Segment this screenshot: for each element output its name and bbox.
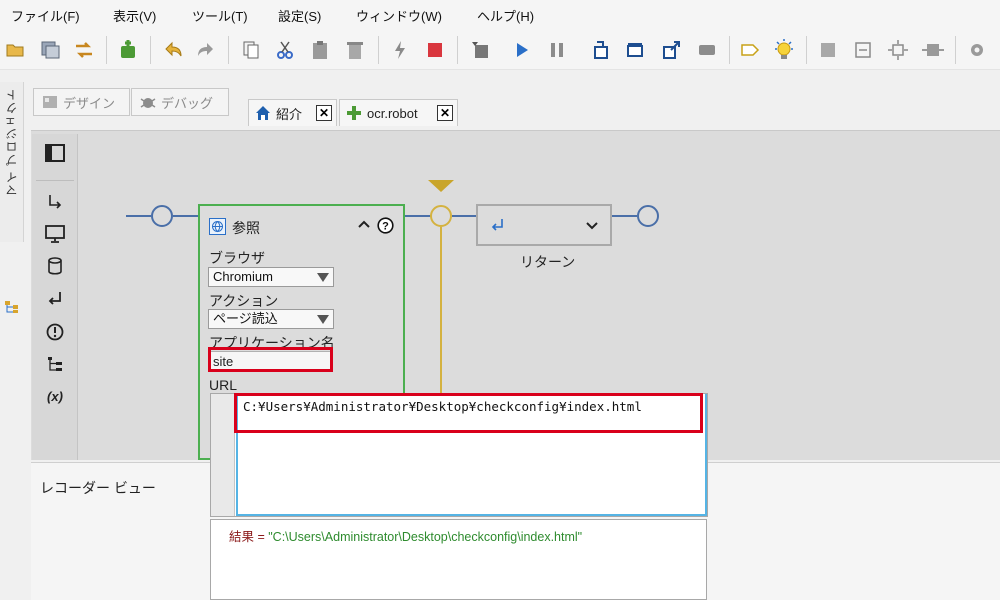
design-mode-label: デザイン xyxy=(63,95,116,111)
flow-start-node[interactable] xyxy=(151,205,173,227)
step-back-icon[interactable] xyxy=(468,38,492,62)
menu-file[interactable]: ファイル(F) xyxy=(11,6,80,25)
stop-icon[interactable] xyxy=(423,38,447,62)
copy-icon[interactable] xyxy=(239,38,263,62)
home-icon xyxy=(256,106,270,120)
dropdown-arrow-icon xyxy=(317,273,329,282)
merge-node[interactable] xyxy=(430,205,452,227)
run-to-icon[interactable] xyxy=(695,38,719,62)
undo-icon[interactable] xyxy=(161,38,185,62)
expand-icon[interactable] xyxy=(921,38,945,62)
flow-connector xyxy=(452,215,476,217)
step-out-icon[interactable] xyxy=(659,38,683,62)
browser-select[interactable]: Chromium xyxy=(208,267,334,287)
menu-tools[interactable]: ツール(T) xyxy=(192,6,248,25)
toolbar xyxy=(0,30,1000,70)
action-select[interactable]: ページ読込 xyxy=(208,309,334,329)
dropdown-arrow-icon xyxy=(317,315,329,324)
robot-icon xyxy=(347,106,361,120)
app-name-field-label: アプリケーション名 xyxy=(209,335,335,351)
chevron-up-icon[interactable] xyxy=(358,219,370,229)
return-icon[interactable] xyxy=(44,288,66,310)
url-value-text: C:¥Users¥Administrator¥Desktop¥checkconf… xyxy=(243,399,642,414)
globe-icon xyxy=(209,218,226,235)
step-into-toolbar-icon[interactable] xyxy=(589,38,613,62)
menu-bar: ファイル(F) 表示(V) ツール(T) 設定(S) ウィンドウ(W) ヘルプ(… xyxy=(0,0,1000,30)
cut-icon[interactable] xyxy=(273,38,297,62)
run-icon[interactable] xyxy=(510,38,534,62)
result-prefix: 結果 = xyxy=(229,530,269,544)
database-icon[interactable] xyxy=(44,255,66,277)
menu-help[interactable]: ヘルプ(H) xyxy=(477,6,534,25)
design-icon xyxy=(43,96,57,108)
result-line: 結果 = "C:\Users\Administrator\Desktop\che… xyxy=(229,526,582,545)
bulb-icon[interactable] xyxy=(772,38,796,62)
return-step-card[interactable] xyxy=(476,204,612,246)
fit-icon[interactable] xyxy=(886,38,910,62)
recorder-view-title: レコーダー ビュー xyxy=(40,480,156,496)
step-over-icon[interactable] xyxy=(623,38,647,62)
tree-icon[interactable] xyxy=(44,353,66,375)
swap-icon[interactable] xyxy=(72,38,96,62)
menu-settings[interactable]: 設定(S) xyxy=(278,6,321,25)
step-palette: (x) xyxy=(32,134,78,460)
merge-triangle-icon xyxy=(428,180,454,192)
close-icon[interactable]: ✕ xyxy=(437,105,453,121)
settings-gear-icon[interactable] xyxy=(965,38,989,62)
flow-connector xyxy=(126,215,151,217)
url-field-label: URL xyxy=(209,377,238,393)
tag-icon[interactable] xyxy=(738,38,762,62)
tab-ocr-robot-label: ocr.robot xyxy=(367,105,418,121)
tab-ocr-robot[interactable]: ocr.robot ✕ xyxy=(339,99,458,126)
zoom-out-icon[interactable] xyxy=(851,38,875,62)
my-project-side-tab[interactable]: マイ プロジェクト xyxy=(0,82,24,313)
side-tab-label: マイ プロジェクト xyxy=(5,88,19,197)
menu-view[interactable]: 表示(V) xyxy=(113,6,156,25)
help-icon[interactable]: ? xyxy=(377,217,394,234)
action-field-label: アクション xyxy=(209,293,279,309)
close-icon[interactable]: ✕ xyxy=(316,105,332,121)
redo-icon[interactable] xyxy=(194,38,218,62)
chevron-down-icon[interactable] xyxy=(586,221,598,231)
app-name-input[interactable]: site xyxy=(208,351,332,372)
browser-field-label: ブラウザ xyxy=(209,250,265,266)
svg-text:?: ? xyxy=(382,221,389,233)
tab-intro-label: 紹介 xyxy=(276,106,303,122)
add-robot-icon[interactable] xyxy=(116,38,140,62)
monitor-icon[interactable] xyxy=(44,223,66,245)
app-name-value: site xyxy=(213,354,234,369)
flow-end-node[interactable] xyxy=(637,205,659,227)
lightning-icon[interactable] xyxy=(388,38,412,62)
save-all-icon[interactable] xyxy=(38,38,62,62)
panel-toggle-icon[interactable] xyxy=(44,142,66,164)
step-into-icon[interactable] xyxy=(44,191,66,213)
return-icon xyxy=(491,219,503,231)
browser-select-value: Chromium xyxy=(213,269,273,284)
tab-intro[interactable]: 紹介 ✕ xyxy=(248,99,337,126)
zoom-in-icon[interactable] xyxy=(816,38,840,62)
open-folder-icon[interactable] xyxy=(4,38,28,62)
flow-connector xyxy=(173,215,199,217)
debug-mode-label: デバッグ xyxy=(161,95,214,111)
debug-mode-button[interactable]: デバッグ xyxy=(131,88,229,116)
pause-icon[interactable] xyxy=(545,38,569,62)
delete-icon[interactable] xyxy=(343,38,367,62)
result-value: "C:\Users\Administrator\Desktop\checkcon… xyxy=(268,530,583,544)
variable-icon[interactable]: (x) xyxy=(44,385,66,407)
design-mode-button[interactable]: デザイン xyxy=(33,88,130,116)
paste-icon[interactable] xyxy=(308,38,332,62)
return-step-label: リターン xyxy=(520,254,576,270)
alert-icon[interactable] xyxy=(44,321,66,343)
flow-connector xyxy=(612,215,637,217)
editor-gutter xyxy=(211,394,235,516)
flow-connector xyxy=(405,215,431,217)
browse-step-title: 参照 xyxy=(232,220,260,236)
project-tree-icon xyxy=(5,301,18,313)
debug-bug-icon xyxy=(140,98,156,108)
action-select-value: ページ読込 xyxy=(213,311,278,326)
menu-window[interactable]: ウィンドウ(W) xyxy=(356,6,442,25)
